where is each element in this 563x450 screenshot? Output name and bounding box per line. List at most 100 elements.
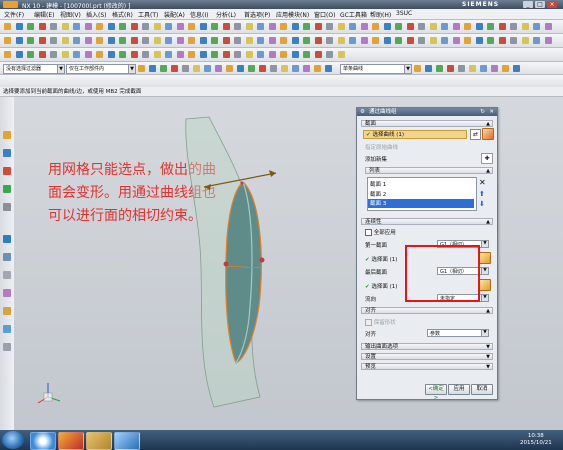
toolbar-tool-icon[interactable] (395, 37, 402, 44)
alignment-header[interactable]: 对齐 ▲ (361, 307, 493, 314)
menu-insert[interactable]: 插入(S) (86, 10, 107, 19)
toolbar-tool-icon[interactable] (119, 23, 126, 30)
toolbar-tool-icon[interactable] (429, 37, 437, 44)
toolbar-tool-icon[interactable] (153, 51, 161, 58)
point-marker[interactable] (240, 181, 244, 185)
type-filter-combo[interactable]: 没有选择过滤器 ▼ (3, 64, 65, 74)
apply-button[interactable]: 应用 (448, 384, 470, 395)
chevron-down-icon[interactable]: ▼ (481, 295, 488, 301)
tangent-handle[interactable] (223, 261, 229, 267)
menu-window[interactable]: 窗口(O) (314, 10, 335, 19)
folder-task-icon[interactable] (86, 432, 112, 450)
toolbar-tool-icon[interactable] (27, 51, 34, 58)
toolbar-tool-icon[interactable] (326, 23, 333, 30)
toolbar-tool-icon[interactable] (73, 51, 80, 58)
toolbar-tool-icon[interactable] (291, 23, 299, 30)
toolbar-tool-icon[interactable] (281, 65, 288, 72)
tangent-handle[interactable] (259, 257, 265, 263)
toolbar-tool-icon[interactable] (337, 51, 345, 58)
remove-icon[interactable]: ✕ (479, 178, 486, 187)
toolbar-tool-icon[interactable] (171, 65, 178, 72)
toolbar-tool-icon[interactable] (314, 51, 322, 58)
menu-help[interactable]: 帮助(H) (370, 10, 391, 19)
toolbar-tool-icon[interactable] (487, 23, 494, 30)
toolbar-tool-icon[interactable] (510, 23, 517, 30)
toolbar-tool-icon[interactable] (521, 37, 529, 44)
toolbar-tool-icon[interactable] (487, 37, 494, 44)
toolbar-tool-icon[interactable] (436, 65, 443, 72)
graphics-window[interactable]: 用网格只能选点，做出的曲面会变形。用通过曲线组也可以进行面的相切约束。 ⚙ 通过… (14, 97, 563, 430)
toolbar-tool-icon[interactable] (142, 37, 149, 44)
toolbar-tool-icon[interactable] (142, 23, 149, 30)
toolbar-tool-icon[interactable] (475, 37, 483, 44)
toolbar-tool-icon[interactable] (84, 51, 92, 58)
reverse-direction-icon[interactable]: ⇄ (470, 129, 481, 140)
media-task-icon[interactable] (58, 432, 84, 450)
assembly-navigator-icon[interactable] (3, 149, 11, 157)
output-surface-header[interactable]: 输出曲面选项 ▼ (361, 343, 493, 350)
face-select-icon[interactable] (479, 279, 491, 291)
toolbar-tool-icon[interactable] (107, 51, 115, 58)
toolbar-tool-icon[interactable] (107, 37, 115, 44)
toolbar-tool-icon[interactable] (337, 23, 345, 30)
toolbar-tool-icon[interactable] (337, 37, 345, 44)
toolbar-tool-icon[interactable] (360, 23, 368, 30)
toolbar-tool-icon[interactable] (406, 37, 414, 44)
move-down-icon[interactable]: ⬇ (479, 200, 485, 208)
process-studio-icon[interactable] (3, 289, 11, 297)
toolbar-tool-icon[interactable] (406, 23, 414, 30)
toolbar-tool-icon[interactable] (188, 37, 195, 44)
toolbar-tool-icon[interactable] (119, 51, 126, 58)
toolbar-tool-icon[interactable] (418, 37, 425, 44)
toolbar-tool-icon[interactable] (15, 23, 23, 30)
toolbar-tool-icon[interactable] (245, 37, 253, 44)
toolbar-tool-icon[interactable] (188, 51, 195, 58)
toolbar-tool-icon[interactable] (475, 23, 483, 30)
toolbar-tool-icon[interactable] (61, 23, 69, 30)
toolbar-tool-icon[interactable] (204, 65, 211, 72)
maximize-button[interactable]: □ (535, 1, 545, 8)
toolbar-tool-icon[interactable] (245, 51, 253, 58)
toolbar-tool-icon[interactable] (153, 37, 161, 44)
toolbar-tool-icon[interactable] (149, 65, 156, 72)
toolbar-tool-icon[interactable] (441, 23, 448, 30)
toolbar-tool-icon[interactable] (176, 37, 184, 44)
toolbar-tool-icon[interactable] (199, 37, 207, 44)
chevron-down-icon[interactable]: ▼ (481, 330, 488, 336)
list-item[interactable]: 截面 1 (370, 180, 386, 188)
menu-tools[interactable]: 工具(T) (138, 10, 158, 19)
toolbar-tool-icon[interactable] (349, 23, 356, 30)
toolbar-tool-icon[interactable] (291, 51, 299, 58)
toolbar-tool-icon[interactable] (418, 23, 425, 30)
toolbar-tool-icon[interactable] (452, 37, 460, 44)
toolbar-tool-icon[interactable] (280, 37, 287, 44)
toolbar-tool-icon[interactable] (458, 65, 465, 72)
toolbar-tool-icon[interactable] (498, 37, 506, 44)
start-button[interactable] (2, 431, 24, 449)
move-up-icon[interactable]: ⬆ (479, 190, 485, 198)
selection-scope-combo[interactable]: 仅在工作部件内 ▼ (66, 64, 136, 74)
toolbar-tool-icon[interactable] (510, 37, 517, 44)
toolbar-tool-icon[interactable] (270, 65, 277, 72)
toolbar-tool-icon[interactable] (521, 23, 529, 30)
toolbar-tool-icon[interactable] (199, 51, 207, 58)
toolbar-tool-icon[interactable] (383, 23, 391, 30)
toolbar-tool-icon[interactable] (280, 51, 287, 58)
toolbar-tool-icon[interactable] (234, 23, 241, 30)
toolbar-tool-icon[interactable] (533, 23, 540, 30)
list-item-selected[interactable]: 截面 3 (368, 199, 474, 208)
toolbar-tool-icon[interactable] (226, 65, 233, 72)
reuse-library-icon[interactable] (3, 185, 11, 193)
system-scenes-icon[interactable] (3, 343, 11, 351)
menu-file[interactable]: 文件(F) (4, 10, 24, 19)
toolbar-tool-icon[interactable] (222, 23, 230, 30)
toolbar-tool-icon[interactable] (193, 65, 200, 72)
toolbar-tool-icon[interactable] (245, 23, 253, 30)
section-header[interactable]: 截面 ▲ (361, 120, 493, 127)
toolbar-tool-icon[interactable] (130, 37, 138, 44)
face-select-icon[interactable] (479, 252, 491, 264)
toolbar-tool-icon[interactable] (84, 23, 92, 30)
toolbar-tool-icon[interactable] (429, 23, 437, 30)
toolbar-tool-icon[interactable] (257, 37, 264, 44)
select-curve-row[interactable]: ✔ 选择曲线 (1) (363, 130, 467, 139)
